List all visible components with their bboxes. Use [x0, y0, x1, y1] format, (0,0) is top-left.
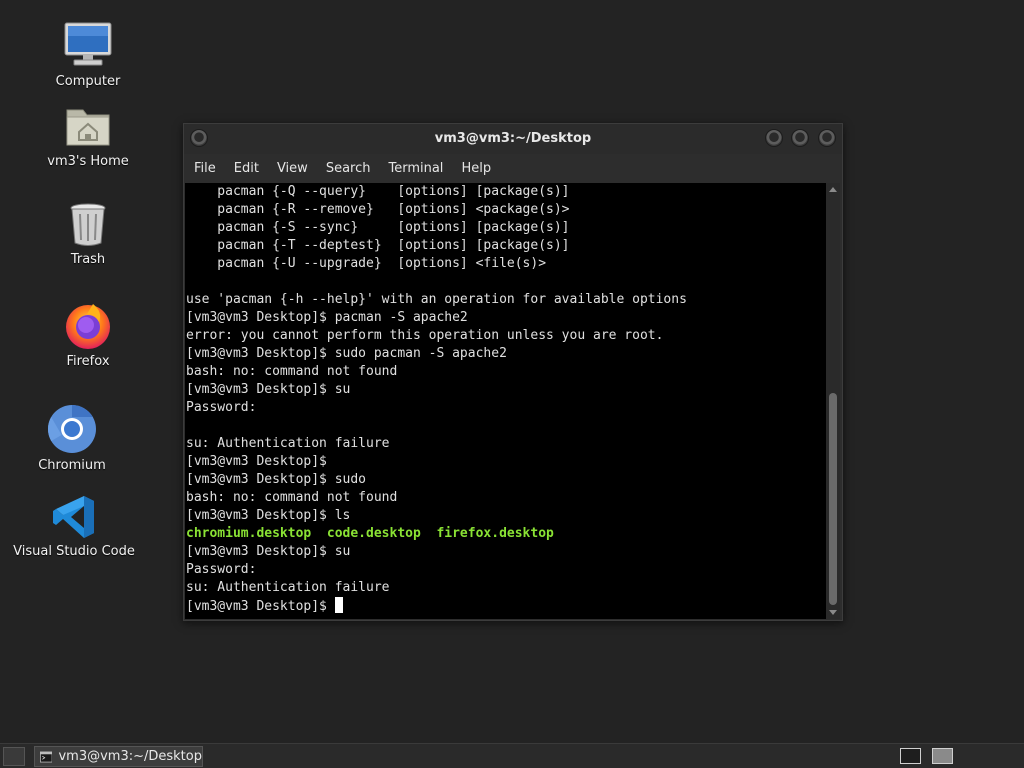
- chromium-icon: [47, 405, 96, 453]
- maximize-button[interactable]: [791, 129, 809, 147]
- terminal-line: su: Authentication failure: [186, 436, 390, 451]
- terminal-window[interactable]: vm3@vm3:~/Desktop File Edit View Search …: [183, 123, 843, 621]
- vertical-scrollbar[interactable]: [826, 183, 840, 619]
- firefox-icon: [66, 304, 110, 349]
- terminal-line: bash: no: command not found: [186, 364, 398, 379]
- terminal-line: [vm3@vm3 Desktop]$ ls: [186, 508, 351, 523]
- menu-view[interactable]: View: [270, 161, 315, 176]
- desktop-icon-computer[interactable]: Computer: [48, 20, 128, 89]
- desktop-icon-label: Chromium: [38, 458, 106, 473]
- menu-terminal[interactable]: Terminal: [381, 161, 450, 176]
- terminal-line: [vm3@vm3 Desktop]$ su: [186, 544, 351, 559]
- desktop-icon-chromium[interactable]: Chromium: [32, 404, 112, 473]
- home-folder-icon: [66, 109, 110, 146]
- close-button[interactable]: [818, 129, 836, 147]
- taskbar-window-label: vm3@vm3:~/Desktop: [58, 749, 202, 764]
- desktop-icon-label: Trash: [70, 252, 106, 267]
- terminal-line: use 'pacman {-h --help}' with an operati…: [186, 292, 687, 307]
- terminal-line: pacman {-U --upgrade} [options] <file(s)…: [186, 256, 547, 271]
- terminal-output[interactable]: pacman {-Q --query} [options] [package(s…: [185, 183, 826, 619]
- taskbar-window-button[interactable]: vm3@vm3:~/Desktop: [34, 746, 203, 767]
- window-title: vm3@vm3:~/Desktop: [434, 131, 592, 146]
- menu-file[interactable]: File: [187, 161, 223, 176]
- desktop-icon-home[interactable]: vm3's Home: [47, 100, 129, 169]
- window-titlebar[interactable]: vm3@vm3:~/Desktop: [184, 124, 842, 154]
- terminal-line: [vm3@vm3 Desktop]$ sudo: [186, 472, 367, 487]
- ls-output-line: chromium.desktop code.desktop firefox.de…: [186, 526, 554, 541]
- computer-icon: [64, 22, 112, 66]
- terminal-line: su: Authentication failure: [186, 580, 390, 595]
- desktop-icon-label: vm3's Home: [47, 154, 129, 169]
- terminal-line: Password:: [186, 562, 257, 577]
- trash-icon: [70, 203, 106, 246]
- terminal-line: Password:: [186, 400, 257, 415]
- terminal-line: [vm3@vm3 Desktop]$ pacman -S apache2: [186, 310, 468, 325]
- menu-bar: File Edit View Search Terminal Help: [184, 154, 842, 183]
- terminal-prompt-line[interactable]: [vm3@vm3 Desktop]$: [186, 597, 687, 615]
- terminal-line: bash: no: command not found: [186, 490, 398, 505]
- menu-help[interactable]: Help: [454, 161, 498, 176]
- workspace-1-button[interactable]: [900, 748, 921, 764]
- desktop-icon-firefox[interactable]: Firefox: [48, 300, 128, 369]
- terminal-icon: [40, 751, 53, 762]
- terminal-line: pacman {-S --sync} [options] [package(s)…: [186, 220, 570, 235]
- scroll-down-icon[interactable]: [829, 610, 837, 615]
- terminal-prompt: [vm3@vm3 Desktop]$: [186, 599, 335, 614]
- scrollbar-thumb[interactable]: [829, 393, 837, 605]
- terminal-line: [vm3@vm3 Desktop]$: [186, 454, 327, 469]
- workspace-2-button[interactable]: [932, 748, 953, 764]
- terminal-line: [vm3@vm3 Desktop]$ sudo pacman -S apache…: [186, 346, 507, 361]
- terminal-line: pacman {-R --remove} [options] <package(…: [186, 202, 570, 217]
- taskbar: vm3@vm3:~/Desktop: [0, 743, 1024, 768]
- terminal-line: error: you cannot perform this operation…: [186, 328, 664, 343]
- vscode-icon: [53, 496, 94, 538]
- terminal-line: pacman {-Q --query} [options] [package(s…: [186, 184, 570, 199]
- terminal-line: pacman {-T --deptest} [options] [package…: [186, 238, 570, 253]
- terminal-lines: pacman {-Q --query} [options] [package(s…: [186, 183, 687, 615]
- desktop-icon-label: Computer: [55, 74, 121, 89]
- terminal-line: [vm3@vm3 Desktop]$ su: [186, 382, 351, 397]
- desktop-icon-label: Firefox: [66, 354, 110, 369]
- menu-edit[interactable]: Edit: [227, 161, 266, 176]
- scroll-up-icon[interactable]: [829, 187, 837, 192]
- menu-search[interactable]: Search: [319, 161, 378, 176]
- show-desktop-icon[interactable]: [3, 747, 25, 766]
- minimize-button[interactable]: [765, 129, 783, 147]
- text-cursor: [334, 597, 343, 613]
- desktop-icon-trash[interactable]: Trash: [48, 202, 128, 267]
- desktop-icon-label: Visual Studio Code: [13, 544, 135, 559]
- desktop-icon-vscode[interactable]: Visual Studio Code: [13, 494, 135, 559]
